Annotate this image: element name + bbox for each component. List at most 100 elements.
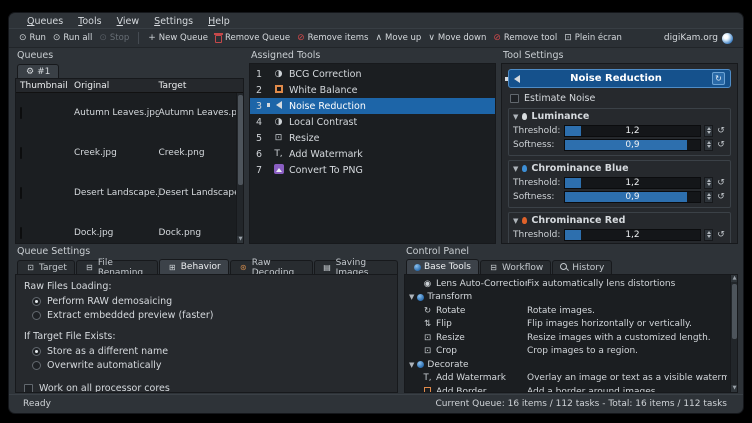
tab-target[interactable]: ⊡Target (17, 260, 75, 274)
softness-spinner[interactable] (704, 243, 713, 245)
reset-icon[interactable]: ↺ (716, 230, 726, 240)
remove-queue-button[interactable]: Remove Queue (215, 33, 290, 43)
control-panel-scrollbar[interactable]: ▲ ▼ (730, 275, 737, 392)
softness-slider[interactable]: 0,9 (564, 243, 701, 245)
tree-desc: Overlay an image or text as a visible wa… (527, 373, 727, 383)
section-chrominance-red-header[interactable]: ▼ Chrominance Red (513, 214, 726, 227)
tab-history[interactable]: History (552, 260, 612, 274)
option-perform-raw-demosaicing[interactable]: Perform RAW demosaicing (32, 296, 389, 307)
collapse-arrow-icon[interactable]: ▼ (513, 217, 518, 225)
tree-label: Crop (436, 346, 457, 356)
estimate-noise-option[interactable]: Estimate Noise (510, 93, 731, 104)
threshold-spinner[interactable] (704, 125, 713, 137)
queue-row[interactable]: Dock.jpg Dock.png (16, 213, 243, 244)
tab-behavior[interactable]: ⊞Behavior (159, 259, 229, 274)
tree-group-transform[interactable]: ▼Transform (409, 291, 727, 305)
tree-item-lens-auto-correction[interactable]: ◉Lens Auto-CorrectionFix automatically l… (409, 277, 727, 291)
brand-link[interactable]: digiKam.org (664, 33, 733, 44)
reset-icon[interactable]: ↺ (716, 192, 726, 202)
menu-tools[interactable]: Tools (78, 16, 101, 27)
tool-item-bcg-correction[interactable]: 1◑BCG Correction (250, 66, 495, 82)
tool-reset-button[interactable]: ↻ (712, 72, 725, 85)
stop-button[interactable]: ⊙Stop (99, 33, 129, 43)
option-store-different-name[interactable]: Store as a different name (32, 346, 389, 357)
cores-checkbox[interactable] (24, 384, 33, 393)
softness-spinner[interactable] (704, 139, 713, 151)
menu-help[interactable]: Help (208, 16, 230, 27)
move-down-button[interactable]: ∨Move down (428, 33, 486, 43)
threshold-slider[interactable]: 1,2 (564, 125, 701, 137)
remove-items-button[interactable]: ⊘Remove items (297, 33, 368, 43)
control-panel-tabbar: Base Tools ⊟Workflow History (404, 259, 738, 274)
option-overwrite-automatically[interactable]: Overwrite automatically (32, 360, 389, 371)
section-luminance-header[interactable]: ▼ Luminance (513, 110, 726, 123)
reset-icon[interactable]: ↺ (716, 126, 726, 136)
section-chrominance-blue-header[interactable]: ▼ Chrominance Blue (513, 162, 726, 175)
reset-icon[interactable]: ↺ (716, 178, 726, 188)
tool-item-resize[interactable]: 5⊡Resize (250, 130, 495, 146)
tree-item-add-border[interactable]: Add BorderAdd a border around images (409, 385, 727, 393)
threshold-slider[interactable]: 1,2 (564, 229, 701, 241)
threshold-spinner[interactable] (704, 229, 713, 241)
collapse-arrow-icon[interactable]: ▼ (409, 293, 414, 301)
tree-item-add-watermark[interactable]: T,Add WatermarkOverlay an image or text … (409, 372, 727, 386)
queue-row[interactable]: Autumn Leaves.jpg Autumn Leaves.png (16, 93, 243, 133)
collapse-arrow-icon[interactable]: ▼ (409, 361, 414, 369)
tool-item-convert-to-png[interactable]: 7Convert To PNG (250, 162, 495, 178)
new-queue-button[interactable]: +New Queue (148, 33, 208, 43)
queue-row[interactable]: Creek.jpg Creek.png (16, 133, 243, 173)
scroll-down-arrow[interactable]: ▼ (237, 236, 244, 243)
tab-file-renaming[interactable]: ⊟File Renaming (76, 260, 158, 274)
radio-icon[interactable] (32, 361, 41, 370)
section-label: Chrominance Blue (531, 163, 628, 174)
menu-view[interactable]: View (117, 16, 140, 27)
tab-raw-decoding[interactable]: ⊛Raw Decoding (230, 260, 313, 274)
tree-item-crop[interactable]: ⊡CropCrop images to a region. (409, 345, 727, 359)
tool-item-white-balance[interactable]: 2White Balance (250, 82, 495, 98)
remove-tool-button[interactable]: ⊘Remove tool (493, 33, 557, 43)
collapse-arrow-icon[interactable]: ▼ (513, 113, 518, 121)
tab-workflow[interactable]: ⊟Workflow (480, 260, 551, 274)
reset-icon[interactable]: ↺ (716, 140, 726, 150)
softness-spinner[interactable] (704, 191, 713, 203)
threshold-spinner[interactable] (704, 177, 713, 189)
tab-saving-images[interactable]: ▤Saving Images (314, 260, 398, 274)
reset-icon[interactable]: ↺ (716, 244, 726, 245)
scrollbar-thumb[interactable] (238, 95, 243, 185)
col-original[interactable]: Original (74, 81, 159, 91)
tool-item-add-watermark[interactable]: 6T,Add Watermark (250, 146, 495, 162)
move-up-button[interactable]: ∧Move up (375, 33, 421, 43)
fullscreen-button[interactable]: ⊡Plein écran (564, 33, 622, 43)
scroll-down-arrow[interactable]: ▼ (731, 385, 738, 392)
threshold-slider[interactable]: 1,2 (564, 177, 701, 189)
tree-item-flip[interactable]: ⇅FlipFlip images horizontally or vertica… (409, 318, 727, 332)
scroll-up-arrow[interactable]: ▲ (731, 275, 738, 282)
tab-base-tools[interactable]: Base Tools (406, 259, 479, 274)
option-work-all-cores[interactable]: Work on all processor cores (24, 383, 389, 393)
option-extract-embedded-preview[interactable]: Extract embedded preview (faster) (32, 310, 389, 321)
tool-item-local-contrast[interactable]: 4◑Local Contrast (250, 114, 495, 130)
queue-row[interactable]: Desert Landscape.jpg Desert Landscape.pn… (16, 173, 243, 213)
col-thumbnail[interactable]: Thumbnail (20, 81, 74, 91)
run-button[interactable]: ⊙Run (19, 33, 46, 43)
tree-item-resize[interactable]: ⊡ResizeResize images with a customized l… (409, 331, 727, 345)
radio-selected-icon[interactable] (32, 297, 41, 306)
scrollbar-thumb[interactable] (732, 284, 737, 339)
radio-icon[interactable] (32, 311, 41, 320)
menu-queues[interactable]: Queues (27, 16, 63, 27)
queue-tab-1[interactable]: ⚙#1 (17, 64, 59, 78)
estimate-noise-checkbox[interactable] (510, 94, 519, 103)
remove-circle-icon: ⊘ (493, 34, 501, 43)
tool-item-noise-reduction[interactable]: 3Noise Reduction (250, 98, 495, 114)
softness-slider[interactable]: 0,9 (564, 139, 701, 151)
queue-scrollbar[interactable]: ▼ (236, 93, 243, 243)
radio-selected-icon[interactable] (32, 347, 41, 356)
softness-slider[interactable]: 0,9 (564, 191, 701, 203)
tree-item-rotate[interactable]: ↻RotateRotate images. (409, 304, 727, 318)
collapse-arrow-icon[interactable]: ▼ (513, 165, 518, 173)
tree-group-decorate[interactable]: ▼Decorate (409, 358, 727, 372)
menu-settings[interactable]: Settings (154, 16, 193, 27)
run-all-button[interactable]: ⊙Run all (53, 33, 92, 43)
slider-value: 0,9 (565, 192, 700, 202)
col-target[interactable]: Target (159, 81, 244, 91)
